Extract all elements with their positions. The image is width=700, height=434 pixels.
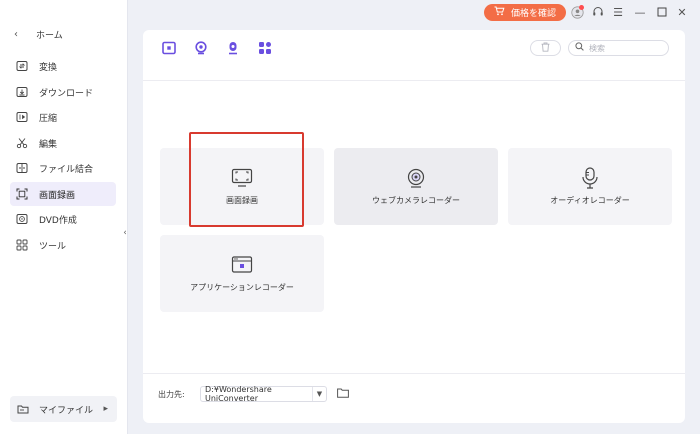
compress-icon — [16, 111, 28, 123]
open-folder-button[interactable] — [336, 387, 350, 401]
sidebar-item-compress[interactable]: 圧縮 — [10, 105, 116, 129]
audio-tab-icon[interactable] — [225, 40, 240, 55]
minimize-icon[interactable]: — — [633, 5, 647, 19]
sidebar-item-label: 圧縮 — [39, 113, 58, 124]
close-icon[interactable]: ✕ — [675, 5, 689, 19]
download-icon — [16, 86, 28, 98]
folder-icon — [337, 388, 349, 401]
sidebar-collapse-handle[interactable]: ‹ — [119, 222, 131, 244]
chevron-right-icon: ▸ — [103, 404, 108, 414]
screen-record-icon — [16, 188, 28, 200]
cart-icon — [494, 6, 505, 19]
output-path-value: D:¥Wondershare UniConverter — [205, 385, 272, 403]
sidebar-item-tools[interactable]: ツール — [10, 233, 116, 257]
chevron-left-icon: ‹ — [14, 28, 18, 40]
trash-icon — [541, 42, 550, 55]
chevron-down-icon: ▼ — [312, 387, 326, 401]
my-files-label: マイファイル — [39, 405, 94, 416]
screen-recorder-tab-icon[interactable] — [161, 40, 176, 55]
maximize-icon[interactable] — [655, 5, 669, 19]
my-files-button[interactable]: マイファイル ▸ — [10, 396, 117, 422]
audio-recorder-card[interactable]: オーディオレコーダー — [508, 148, 672, 225]
search-input[interactable] — [589, 43, 665, 53]
microphone-icon — [579, 167, 601, 189]
footer-divider — [143, 373, 685, 374]
main-panel: 画面録画 ウェブカメラレコーダー オーディオレコーダー アプリケーションレコーダ… — [143, 30, 685, 423]
sidebar-item-edit[interactable]: 編集 — [10, 131, 116, 155]
sidebar-item-label: 変換 — [39, 62, 58, 73]
merge-icon — [16, 162, 28, 174]
output-path-select[interactable]: D:¥Wondershare UniConverter ▼ — [200, 385, 327, 403]
home-link[interactable]: ‹ ホーム — [14, 27, 114, 41]
toolbox-icon — [16, 239, 28, 251]
folder-icon — [17, 403, 29, 415]
check-price-button[interactable]: 価格を確認 — [484, 4, 566, 21]
sidebar-item-merge[interactable]: ファイル結合 — [10, 156, 116, 180]
sidebar-item-dvd[interactable]: DVD作成 — [10, 207, 116, 231]
sidebar-item-label: DVD作成 — [39, 215, 77, 226]
headset-support-icon[interactable] — [591, 5, 605, 19]
highlight-box — [189, 132, 304, 227]
search-box[interactable] — [568, 40, 669, 56]
sidebar: ‹ ホーム 変換 ダウンロード 圧縮 編集 ファイル結合 画面録画 DVD作成 … — [0, 0, 128, 434]
dvd-icon — [16, 213, 28, 225]
sidebar-item-download[interactable]: ダウンロード — [10, 80, 116, 104]
recorder-mode-toolbar — [161, 40, 272, 58]
app-recorder-card[interactable]: アプリケーションレコーダー — [160, 235, 324, 312]
search-icon — [575, 42, 584, 54]
user-account-icon[interactable] — [570, 5, 584, 19]
delete-button[interactable] — [530, 40, 561, 56]
title-bar: 価格を確認 ☰ — ✕ — [128, 0, 700, 28]
notification-dot — [579, 5, 584, 10]
sidebar-item-label: ファイル結合 — [39, 164, 94, 175]
header-divider — [143, 80, 685, 81]
card-label: オーディオレコーダー — [550, 196, 630, 205]
sidebar-item-screen-record[interactable]: 画面録画 — [10, 182, 116, 206]
webcam-tab-icon[interactable] — [193, 40, 208, 55]
app-recorder-tab-icon[interactable] — [257, 40, 272, 55]
sidebar-item-label: 画面録画 — [39, 190, 76, 201]
webcam-icon — [405, 167, 427, 189]
convert-icon — [16, 60, 28, 72]
sidebar-item-label: ツール — [39, 241, 67, 252]
sidebar-item-convert[interactable]: 変換 — [10, 54, 116, 78]
edit-scissors-icon — [16, 137, 28, 149]
check-price-label: 価格を確認 — [510, 9, 556, 19]
webcam-recorder-card[interactable]: ウェブカメラレコーダー — [334, 148, 498, 225]
app-window-icon — [231, 254, 253, 276]
home-label: ホーム — [36, 30, 63, 41]
menu-icon[interactable]: ☰ — [611, 5, 625, 19]
card-label: ウェブカメラレコーダー — [372, 196, 460, 205]
card-label: アプリケーションレコーダー — [190, 283, 294, 292]
sidebar-item-label: 編集 — [39, 139, 58, 150]
chevron-left-icon: ‹ — [123, 228, 127, 238]
output-location-label: 出力先: — [158, 390, 185, 399]
sidebar-item-label: ダウンロード — [39, 88, 94, 99]
